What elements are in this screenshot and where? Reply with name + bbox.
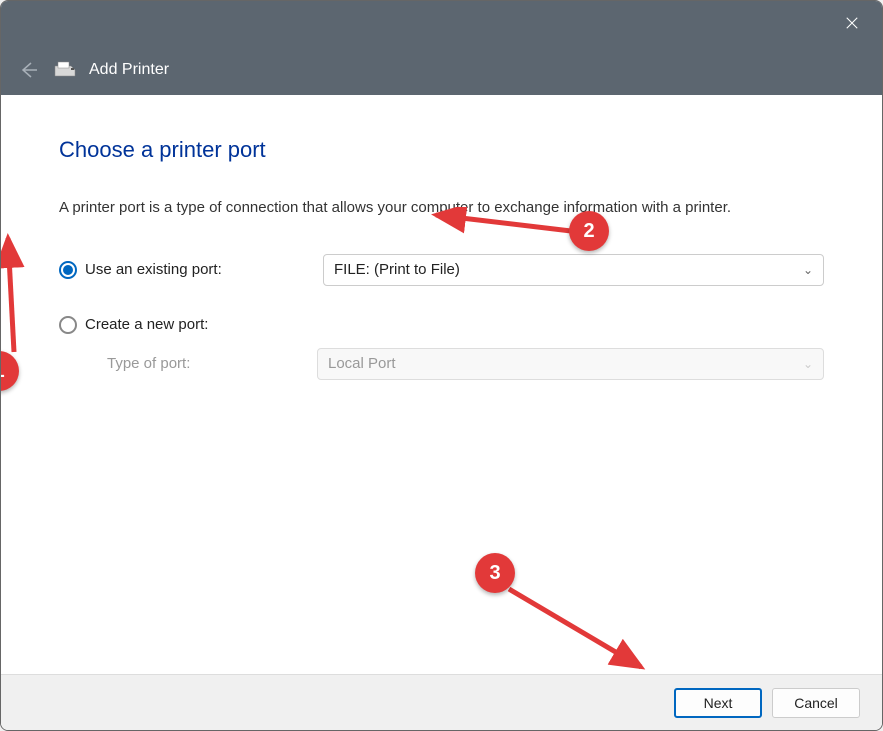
dropdown-port-type-value: Local Port (328, 355, 396, 372)
page-title: Choose a printer port (59, 137, 824, 163)
annotation-arrow-1 (0, 230, 36, 360)
annotation-badge-1: 1 (0, 351, 19, 391)
footer: Next Cancel (1, 674, 882, 730)
back-arrow-icon (19, 60, 39, 80)
close-icon (845, 16, 859, 30)
page-description: A printer port is a type of connection t… (59, 197, 824, 220)
titlebar (1, 1, 882, 45)
dropdown-existing-value: FILE: (Print to File) (334, 261, 460, 278)
radio-create-port[interactable] (59, 316, 77, 334)
printer-icon (51, 60, 79, 80)
content-area: Choose a printer port A printer port is … (1, 95, 882, 674)
option-create-port: Create a new port: (59, 316, 824, 334)
annotation-badge-3: 3 (475, 553, 515, 593)
close-button[interactable] (838, 9, 866, 37)
header: Add Printer (1, 45, 882, 95)
back-button[interactable] (17, 58, 41, 82)
annotation-badge-2: 2 (569, 211, 609, 251)
window-title: Add Printer (89, 61, 169, 79)
annotation-arrow-3 (501, 583, 661, 683)
label-create-port[interactable]: Create a new port: (85, 316, 315, 333)
option-existing-port: Use an existing port: FILE: (Print to Fi… (59, 254, 824, 286)
chevron-down-icon: ⌄ (803, 357, 813, 371)
label-existing-port[interactable]: Use an existing port: (85, 261, 315, 278)
row-port-type: Type of port: Local Port ⌄ (59, 348, 824, 380)
chevron-down-icon: ⌄ (803, 263, 813, 277)
next-button[interactable]: Next (674, 688, 762, 718)
dropdown-port-type: Local Port ⌄ (317, 348, 824, 380)
dropdown-existing-port[interactable]: FILE: (Print to File) ⌄ (323, 254, 824, 286)
radio-existing-port[interactable] (59, 261, 77, 279)
cancel-button[interactable]: Cancel (772, 688, 860, 718)
add-printer-window: Add Printer Choose a printer port A prin… (0, 0, 883, 731)
label-port-type: Type of port: (107, 355, 317, 372)
